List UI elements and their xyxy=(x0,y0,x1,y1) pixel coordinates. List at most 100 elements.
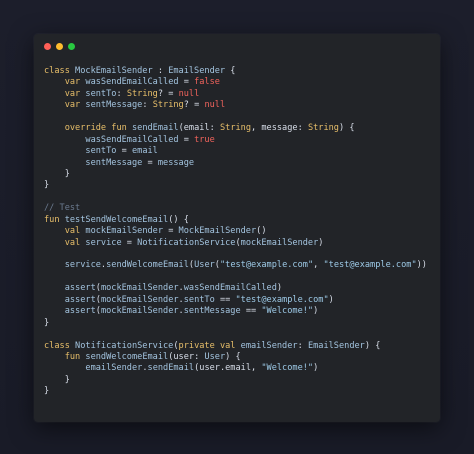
code-token: String xyxy=(126,88,158,99)
code-token: sentMessage xyxy=(85,100,143,111)
code-token: (email: xyxy=(178,123,220,134)
code-token: email xyxy=(131,146,158,157)
code-token: wasSendEmailCalled xyxy=(85,134,179,145)
code-line: emailSender.sendEmail(user.email, "Welco… xyxy=(44,363,427,374)
code-line: var sentMessage: String? = null xyxy=(44,100,427,111)
code-token: String xyxy=(307,123,339,134)
code-line: override fun sendEmail(email: String, me… xyxy=(44,123,427,134)
code-token: sendEmail xyxy=(131,123,179,134)
code-token: ? = xyxy=(183,100,205,111)
code-token: null xyxy=(178,88,200,99)
code-token: (user: xyxy=(168,351,205,362)
code-token: } xyxy=(44,180,50,191)
code-line: assert(mockEmailSender.sentTo == "test@e… xyxy=(44,295,427,306)
code-token: val xyxy=(64,226,86,237)
code-line: val mockEmailSender = MockEmailSender() xyxy=(44,226,427,237)
code-token: = xyxy=(178,134,195,145)
code-line: } xyxy=(44,375,427,386)
code-token: mockEmailSender xyxy=(100,306,179,317)
minimize-dot-icon[interactable] xyxy=(56,43,63,50)
code-token: == xyxy=(214,294,236,305)
code-line: assert(mockEmailSender.wasSendEmailCalle… xyxy=(44,283,427,294)
zoom-dot-icon[interactable] xyxy=(68,43,75,50)
code-token: override xyxy=(64,123,112,134)
background-frame: class MockEmailSender : EmailSender { va… xyxy=(0,0,474,454)
code-line: } xyxy=(44,318,427,329)
code-token: sendWelcomeEmail xyxy=(85,351,169,362)
code-line: service.sendWelcomeEmail(User("test@exam… xyxy=(44,260,427,271)
code-token: fun xyxy=(44,214,65,225)
code-token: "Welcome!" xyxy=(261,363,314,374)
code-token: == xyxy=(240,306,262,317)
code-token: wasSendEmailCalled xyxy=(183,283,277,294)
code-token: class xyxy=(44,340,76,351)
code-token: } xyxy=(44,386,50,397)
code-token: null xyxy=(204,100,226,111)
code-token: } xyxy=(44,317,50,328)
code-token: assert xyxy=(64,283,96,294)
code-line: var wasSendEmailCalled = false xyxy=(44,77,427,88)
code-token: mockEmailSender xyxy=(100,283,179,294)
code-token: "test@example.com" xyxy=(235,294,329,305)
code-line: } xyxy=(44,386,427,397)
code-token: sendEmail xyxy=(147,363,195,374)
code-token: ? = xyxy=(157,88,179,99)
code-line: sentTo = email xyxy=(44,146,427,157)
code-token: = xyxy=(116,146,132,157)
code-window: class MockEmailSender : EmailSender { va… xyxy=(34,34,440,422)
code-token: User xyxy=(194,260,215,271)
code-token: message xyxy=(157,157,195,168)
code-line: fun sendWelcomeEmail(user: User) { xyxy=(44,352,427,363)
code-line: sentMessage = message xyxy=(44,158,427,169)
code-token: () { xyxy=(168,214,189,225)
code-token: val xyxy=(219,340,241,351)
code-token: sentMessage xyxy=(85,157,143,168)
code-token: : xyxy=(297,340,308,351)
code-token: : xyxy=(116,88,127,99)
code-token: String xyxy=(219,123,252,134)
close-dot-icon[interactable] xyxy=(44,43,51,50)
code-token: assert xyxy=(64,294,96,305)
code-token: ) { xyxy=(364,340,381,351)
code-token: EmailSender xyxy=(307,340,365,351)
code-token: ) { xyxy=(225,351,241,362)
code-token: "Welcome!" xyxy=(261,306,314,317)
code-token: ) xyxy=(318,237,324,248)
code-line: } xyxy=(44,180,427,191)
code-token: testSendWelcomeEmail xyxy=(64,214,169,225)
code-token: assert xyxy=(64,306,96,317)
code-block: class MockEmailSender : EmailSender { va… xyxy=(44,66,427,398)
code-token: )) xyxy=(416,260,427,271)
code-token: String xyxy=(152,100,184,111)
code-token: emailSender xyxy=(240,340,298,351)
code-token: ) xyxy=(313,306,319,317)
code-token: sentTo xyxy=(85,88,117,99)
code-token: = xyxy=(178,77,195,88)
code-token: ) xyxy=(313,363,319,374)
code-token: class xyxy=(44,66,76,76)
window-controls xyxy=(44,43,75,50)
code-token: mockEmailSender xyxy=(85,226,164,237)
code-token: = xyxy=(142,157,158,168)
code-token: = xyxy=(163,226,179,237)
code-token: sendWelcomeEmail xyxy=(106,260,189,271)
code-token: () xyxy=(256,226,267,237)
code-token: // Test xyxy=(44,203,81,214)
code-line: } xyxy=(44,169,427,180)
code-token: ) { xyxy=(338,123,355,134)
code-token: } xyxy=(44,374,70,385)
code-token: val xyxy=(64,237,86,248)
